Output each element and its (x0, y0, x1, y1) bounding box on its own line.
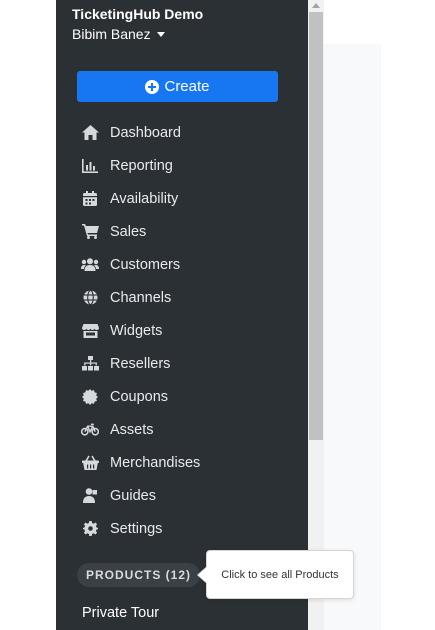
org-name: TicketingHub Demo (72, 6, 204, 22)
sidebar-scrollbar[interactable] (308, 0, 324, 630)
nav-item-label: Guides (110, 487, 156, 504)
nav-item-availability[interactable]: Availability (56, 182, 308, 215)
cart-icon (81, 223, 99, 241)
scrollbar-thumb[interactable] (309, 12, 323, 440)
home-icon (81, 124, 99, 142)
nav-item-label: Sales (110, 223, 147, 240)
nav-item-label: Widgets (110, 322, 163, 339)
products-tooltip: Click to see all Products (206, 550, 354, 599)
create-button[interactable]: Create (77, 71, 278, 102)
nav-item-label: Customers (110, 256, 181, 273)
scroll-up-arrow-icon[interactable] (308, 0, 324, 10)
user-tie-icon (81, 487, 99, 505)
user-menu-toggle[interactable]: Bibim Banez (72, 26, 165, 42)
nav-item-widgets[interactable]: Widgets (56, 314, 308, 347)
users-icon (81, 256, 99, 274)
certificate-icon (81, 388, 99, 406)
basket-icon (81, 454, 99, 472)
nav-item-channels[interactable]: Channels (56, 281, 308, 314)
nav-item-sales[interactable]: Sales (56, 215, 308, 248)
nav-item-label: Channels (110, 289, 172, 306)
user-name: Bibim Banez (72, 26, 151, 42)
nav-item-reporting[interactable]: Reporting (56, 149, 308, 182)
tooltip-arrow (198, 567, 207, 583)
main-nav: Dashboard Reporting Availability Sales C… (56, 116, 308, 545)
create-button-label: Create (164, 78, 210, 95)
bar-chart-icon (81, 157, 99, 175)
sidebar: TicketingHub Demo Bibim Banez Create Das… (56, 0, 308, 630)
content-panel (324, 44, 381, 630)
globe-icon (81, 289, 99, 307)
caret-down-icon (156, 32, 165, 37)
nav-item-settings[interactable]: Settings (56, 512, 308, 545)
nav-item-label: Merchandises (110, 454, 201, 471)
page: TicketingHub Demo Bibim Banez Create Das… (0, 0, 435, 630)
nav-item-assets[interactable]: Assets (56, 413, 308, 446)
nav-item-label: Resellers (110, 355, 171, 372)
left-gutter (0, 0, 56, 630)
product-item-private-tour[interactable]: Private Tour (82, 605, 159, 621)
nav-item-resellers[interactable]: Resellers (56, 347, 308, 380)
nav-item-label: Reporting (110, 157, 173, 174)
nav-item-customers[interactable]: Customers (56, 248, 308, 281)
nav-item-merchandises[interactable]: Merchandises (56, 446, 308, 479)
store-icon (81, 322, 99, 340)
cog-icon (81, 520, 99, 538)
nav-item-label: Assets (110, 421, 154, 438)
plus-circle-icon (145, 79, 160, 94)
tooltip-text: Click to see all Products (221, 568, 339, 581)
calendar-icon (81, 190, 99, 208)
nav-item-label: Dashboard (110, 124, 181, 141)
nav-item-label: Availability (110, 190, 179, 207)
nav-item-label: Coupons (110, 388, 169, 405)
nav-item-guides[interactable]: Guides (56, 479, 308, 512)
main-content (324, 0, 435, 630)
bicycle-icon (81, 421, 99, 439)
nav-item-dashboard[interactable]: Dashboard (56, 116, 308, 149)
nav-item-coupons[interactable]: Coupons (56, 380, 308, 413)
nav-item-label: Settings (110, 520, 163, 537)
products-section-toggle[interactable]: PRODUCTS (12) (77, 563, 201, 587)
sitemap-icon (81, 355, 99, 373)
